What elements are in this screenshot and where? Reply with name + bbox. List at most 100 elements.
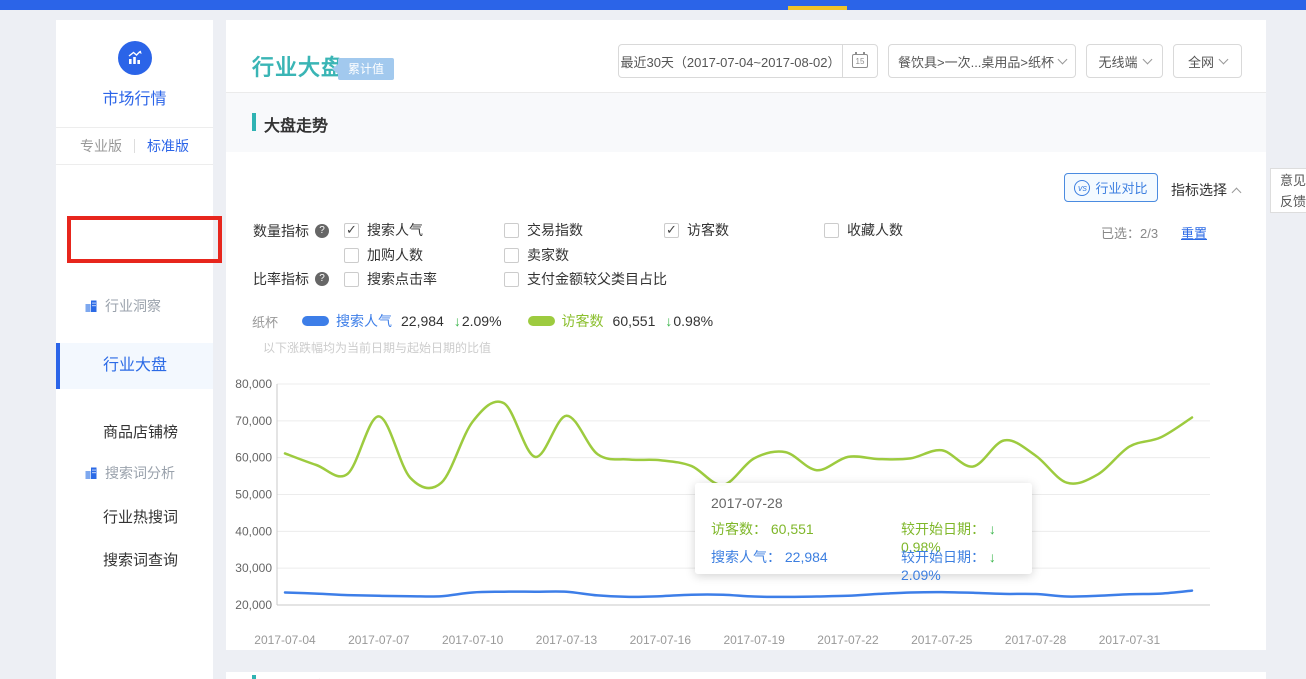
tooltip-compare-label: 较开始日期： [901,549,985,565]
legend-name-search[interactable]: 搜索人气 [336,311,392,331]
checkbox[interactable] [664,223,679,238]
scope-text: 全网 [1188,52,1214,71]
sidebar-item-industry-market[interactable]: 行业大盘 [56,343,213,389]
tooltip-row-visitor: 访客数： 60,551 较开始日期： ↓ 0.98% [711,519,1016,539]
svg-text:70,000: 70,000 [235,414,272,428]
version-tabs: 专业版 标准版 [56,127,213,165]
svg-text:2017-07-25: 2017-07-25 [911,633,973,647]
category-text: 餐饮具>一次...桌用品>纸杯 [898,52,1054,71]
checkbox-search-click-rate[interactable]: 搜索点击率 [344,269,437,289]
reset-link[interactable]: 重置 [1181,223,1207,242]
date-range-picker[interactable]: 最近30天（2017-07-04~2017-08-02） 15 [618,44,878,78]
svg-text:50,000: 50,000 [235,488,272,502]
calendar-button[interactable]: 15 [842,45,877,77]
checkbox-label: 搜索点击率 [367,269,437,289]
section-accent-bar [252,675,256,679]
tooltip-label: 访客数： [711,521,767,537]
checkbox-add-cart-count[interactable]: 加购人数 [344,245,423,265]
legend-pill-blue[interactable] [302,316,329,326]
svg-text:2017-07-10: 2017-07-10 [442,633,504,647]
main-panel: 行业大盘 累计值 最近30天（2017-07-04~2017-08-02） 15… [226,20,1266,650]
tooltip-label: 搜索人气： [711,549,781,565]
checkbox[interactable] [824,223,839,238]
market-chart-icon [118,41,152,75]
help-icon[interactable]: ? [315,272,329,286]
svg-text:2017-07-04: 2017-07-04 [254,633,316,647]
brand-title: 市场行情 [56,85,213,109]
terminal-dropdown[interactable]: 无线端 [1086,44,1163,78]
checkbox[interactable] [504,223,519,238]
legend-value-visitor: 60,551 [613,313,656,329]
top-nav-active-tab-indicator [788,6,847,10]
checkbox-label: 支付金额较父类目占比 [527,269,667,289]
legend-category: 纸杯 [252,312,278,331]
compare-label: 行业对比 [1095,178,1147,197]
checkbox-label: 搜索人气 [367,220,423,240]
chart-legend: 纸杯 搜索人气 22,984 ↓ 2.09% 访客数 60,551 ↓ 0.98… [252,311,739,331]
checkbox-favorite-count[interactable]: 收藏人数 [824,220,903,240]
category-dropdown[interactable]: 餐饮具>一次...桌用品>纸杯 [888,44,1076,78]
chevron-down-icon [1058,54,1068,64]
selected-count: 已选：2/3 [1101,223,1158,242]
feedback-text-1: 意见 [1280,170,1306,191]
down-arrow-icon: ↓ [989,521,996,537]
feedback-text-2: 反馈 [1280,191,1306,212]
checkbox-visitor-count[interactable]: 访客数 [664,220,729,240]
svg-text:80,000: 80,000 [235,377,272,391]
checkbox-label: 收藏人数 [847,220,903,240]
sidebar-section-search-analysis: 搜索词分析 [56,463,175,483]
svg-text:40,000: 40,000 [235,524,272,538]
sidebar: 市场行情 专业版 标准版 行业洞察 行业大盘 商品店铺榜 搜索词分析 [56,20,213,679]
sidebar-section-industry-insight: 行业洞察 [56,296,161,316]
help-icon[interactable]: ? [315,224,329,238]
calendar-icon: 15 [852,54,868,68]
sidebar-item-product-shop-ranking[interactable]: 商品店铺榜 [56,421,213,442]
tooltip-value: 60,551 [771,521,814,537]
tab-standard-version[interactable]: 标准版 [135,136,201,156]
checkbox[interactable] [344,272,359,287]
tooltip-compare-label: 较开始日期： [901,521,985,537]
checkbox[interactable] [344,248,359,263]
date-range-text[interactable]: 最近30天（2017-07-04~2017-08-02） [619,52,842,71]
checkbox-label: 交易指数 [527,220,583,240]
checkbox-transaction-index[interactable]: 交易指数 [504,220,583,240]
tooltip-row-search: 搜索人气： 22,984 较开始日期： ↓ 2.09% [711,547,1016,567]
tooltip-value: 22,984 [785,549,828,565]
industry-compare-button[interactable]: vs 行业对比 [1064,173,1158,202]
indicator-select-toggle[interactable]: 指标选择 [1171,180,1240,200]
checkbox-label: 访客数 [687,220,729,240]
svg-text:2017-07-22: 2017-07-22 [817,633,879,647]
section-header-band: 大盘走势 [226,93,1266,152]
building-icon [84,299,98,313]
checkbox[interactable] [504,272,519,287]
sidebar-item-search-word-query[interactable]: 搜索词查询 [56,549,213,570]
section-label: 行业洞察 [105,296,161,316]
label-text: 数量指标 [253,221,309,241]
checkbox-search-popularity[interactable]: 搜索人气 [344,220,423,240]
chart-note: 以下涨跌幅均为当前日期与起始日期的比值 [263,339,491,356]
legend-pill-green[interactable] [528,316,555,326]
svg-text:2017-07-19: 2017-07-19 [723,633,785,647]
checkbox[interactable] [344,223,359,238]
legend-change-search: 2.09% [462,313,502,329]
sidebar-item-hot-search-words[interactable]: 行业热搜词 [56,506,213,527]
scope-dropdown[interactable]: 全网 [1173,44,1242,78]
svg-text:2017-07-28: 2017-07-28 [1005,633,1067,647]
feedback-button[interactable]: 意见 反馈 [1270,168,1306,213]
checkbox-payment-parent-ratio[interactable]: 支付金额较父类目占比 [504,269,667,289]
legend-value-search: 22,984 [401,313,444,329]
checkbox-label: 卖家数 [527,245,569,265]
svg-text:2017-07-07: 2017-07-07 [348,633,410,647]
chevron-up-icon [1232,188,1242,198]
svg-text:2017-07-13: 2017-07-13 [536,633,598,647]
checkbox[interactable] [504,248,519,263]
legend-name-visitor[interactable]: 访客数 [562,311,604,331]
checkbox-seller-count[interactable]: 卖家数 [504,245,569,265]
label-text: 比率指标 [253,269,309,289]
tooltip-date: 2017-07-28 [711,495,1016,511]
cumulative-value-badge: 累计值 [338,58,394,80]
tab-pro-version[interactable]: 专业版 [68,136,134,156]
legend-change-visitor: 0.98% [673,313,713,329]
building-icon [84,466,98,480]
svg-text:20,000: 20,000 [235,598,272,612]
